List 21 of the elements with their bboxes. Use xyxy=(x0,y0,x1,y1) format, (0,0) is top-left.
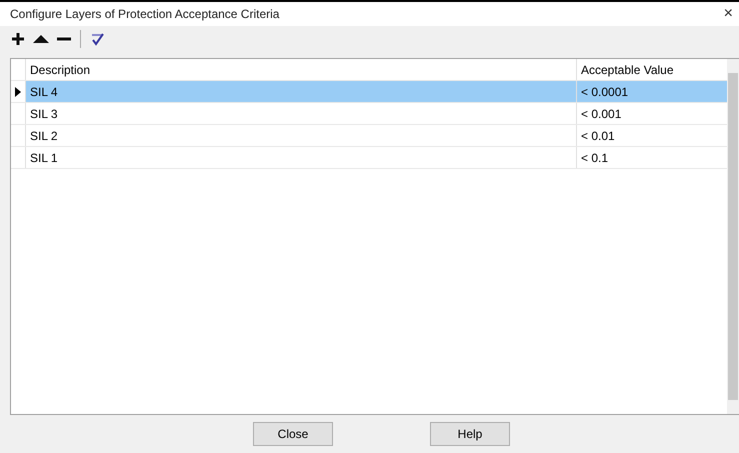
table-row[interactable]: SIL 3 < 0.001 xyxy=(11,103,727,125)
close-button[interactable]: Close xyxy=(253,422,333,446)
table-cell-text: < 0.01 xyxy=(580,128,616,144)
table-cell-text: < 0.001 xyxy=(580,106,622,122)
window-title: Configure Layers of Protection Acceptance Criteria xyxy=(10,7,280,21)
column-header[interactable]: Acceptable Value xyxy=(577,59,727,80)
table-cell: < 0.0001 xyxy=(577,81,727,102)
table-row[interactable]: SIL 2 < 0.01 xyxy=(11,125,727,147)
column-header[interactable]: Description xyxy=(26,59,577,80)
table-cell: SIL 4 xyxy=(26,81,577,102)
add-icon[interactable] xyxy=(10,31,26,47)
spellcheck-icon[interactable] xyxy=(89,31,105,47)
table-row[interactable]: SIL 4 < 0.0001 xyxy=(11,81,727,103)
table-row[interactable]: SIL 1 < 0.1 xyxy=(11,147,727,169)
table-cell-text: < 0.1 xyxy=(580,150,610,166)
help-button[interactable]: Help xyxy=(430,422,510,446)
table-cell: SIL 1 xyxy=(26,147,577,168)
close-button[interactable]: × xyxy=(718,5,739,23)
table-cell: SIL 2 xyxy=(26,125,577,146)
row-pointer-icon xyxy=(15,86,21,96)
table-cell: SIL 3 xyxy=(26,103,577,124)
